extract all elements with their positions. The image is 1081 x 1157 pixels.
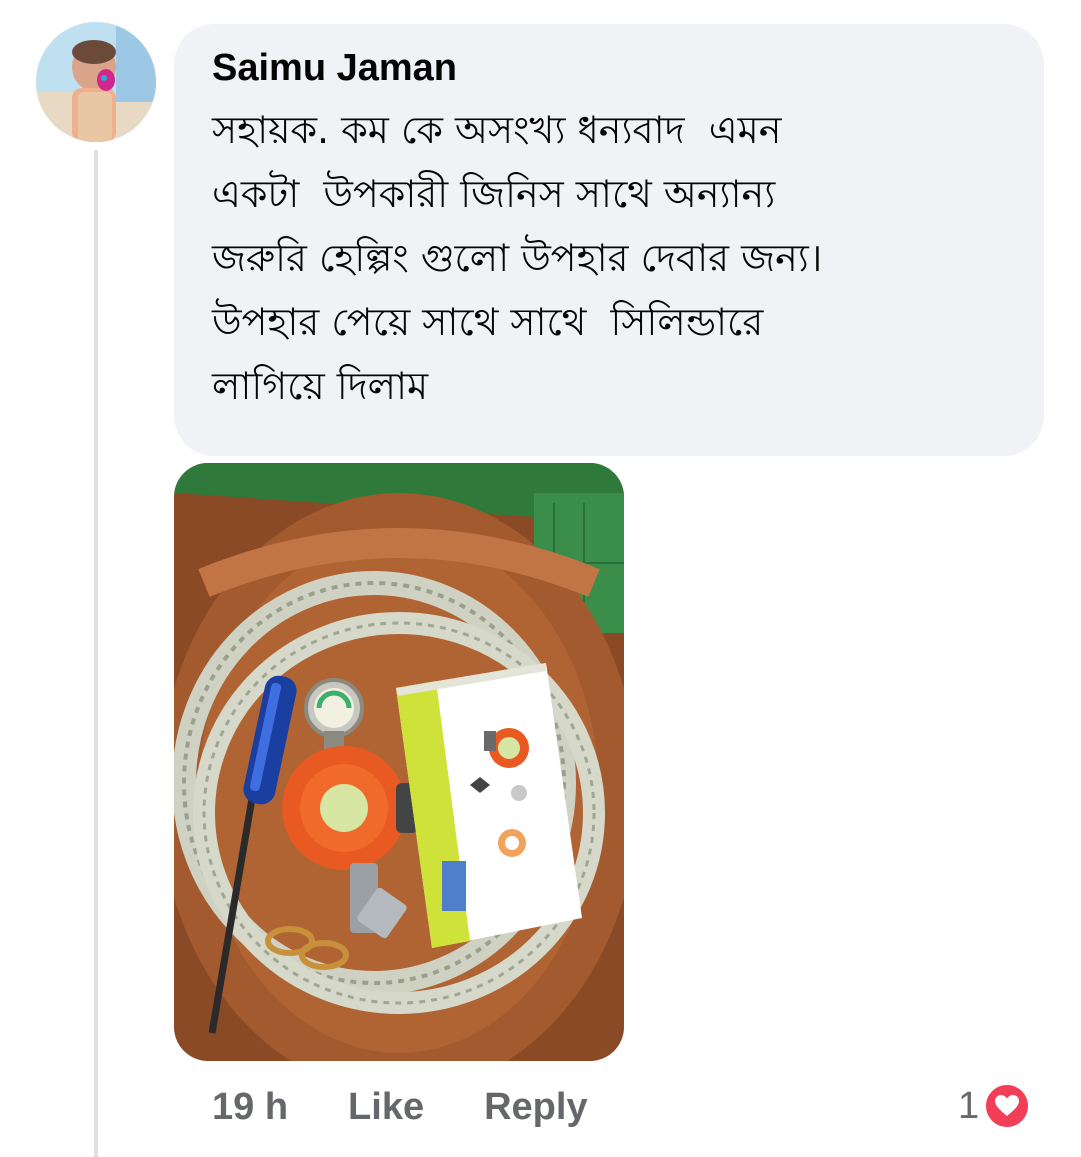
avatar-photo [36,22,156,142]
thread-line [94,150,98,1157]
reply-button[interactable]: Reply [484,1086,587,1129]
love-reaction-icon [983,1082,1032,1130]
reaction-count: 1 [958,1084,980,1127]
reaction-summary[interactable]: 1 [958,1080,1032,1132]
photo-regulator-kit [174,463,624,1061]
comment-text: সহায়ক. কম কে অসংখ্য ধন্যবাদ এমন একটা উপ… [212,108,823,408]
comment-actions: 19 h Like Reply [212,1082,588,1132]
avatar[interactable] [36,22,156,142]
comment-bubble: Saimu Jaman সহায়ক. কম কে অসংখ্য ধন্যবাদ… [174,24,1044,456]
comment-timestamp[interactable]: 19 h [212,1086,288,1129]
comment-author[interactable]: Saimu Jaman [212,44,1014,92]
like-button[interactable]: Like [348,1086,424,1129]
comment-photo[interactable] [174,463,624,1061]
